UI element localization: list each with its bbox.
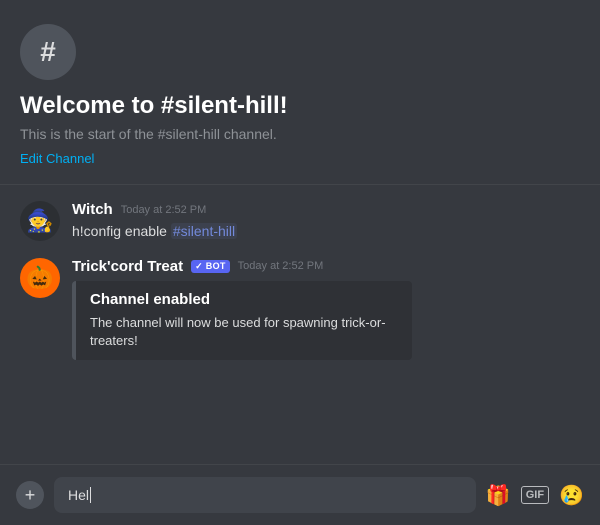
username-witch: Witch (72, 201, 113, 218)
message-group-witch: 🧙 Witch Today at 2:52 PM h!config enable… (20, 201, 580, 242)
message-meta-trick: Trick'cord Treat ✓ BOT Today at 2:52 PM (72, 258, 580, 275)
channel-description: This is the start of the #silent-hill ch… (20, 126, 580, 142)
input-icons: 🎁 GIF 😢 (486, 483, 584, 508)
edit-channel-link[interactable]: Edit Channel (20, 151, 94, 166)
message-input-area: + Hel 🎁 GIF 😢 (0, 464, 600, 525)
embed-title: Channel enabled (90, 291, 398, 308)
add-attachment-button[interactable]: + (16, 481, 44, 509)
text-cursor (90, 487, 91, 503)
message-meta-witch: Witch Today at 2:52 PM (72, 201, 580, 218)
hash-icon: # (40, 36, 56, 68)
gift-icon-button[interactable]: 🎁 (486, 483, 511, 508)
message-plain-text: h!config enable (72, 223, 171, 239)
gif-button[interactable]: GIF (521, 486, 549, 504)
message-group-trick: 🎃 Trick'cord Treat ✓ BOT Today at 2:52 P… (20, 258, 580, 360)
message-content-trick: Trick'cord Treat ✓ BOT Today at 2:52 PM … (72, 258, 580, 360)
channel-icon: # (20, 24, 76, 80)
timestamp-witch: Today at 2:52 PM (121, 204, 207, 216)
witch-avatar-emoji: 🧙 (26, 208, 53, 234)
username-trick: Trick'cord Treat (72, 258, 183, 275)
message-text-witch: h!config enable #silent-hill (72, 222, 580, 242)
message-content-witch: Witch Today at 2:52 PM h!config enable #… (72, 201, 580, 242)
message-input-text: Hel (68, 487, 89, 503)
checkmark-icon: ✓ (195, 261, 203, 271)
emoji-picker-button[interactable]: 😢 (559, 483, 584, 508)
embed-card: Channel enabled The channel will now be … (72, 281, 412, 360)
embed-description: The channel will now be used for spawnin… (90, 314, 398, 350)
trick-avatar-emoji: 🎃 (26, 265, 53, 291)
channel-title: Welcome to #silent-hill! (20, 92, 580, 120)
avatar-witch: 🧙 (20, 201, 60, 241)
bot-badge: ✓ BOT (191, 260, 230, 273)
avatar-trick: 🎃 (20, 258, 60, 298)
channel-mention: #silent-hill (171, 223, 237, 239)
timestamp-trick: Today at 2:52 PM (238, 260, 324, 272)
channel-header: # Welcome to #silent-hill! This is the s… (0, 0, 600, 185)
messages-area: 🧙 Witch Today at 2:52 PM h!config enable… (0, 185, 600, 464)
message-input-box[interactable]: Hel (54, 477, 476, 513)
